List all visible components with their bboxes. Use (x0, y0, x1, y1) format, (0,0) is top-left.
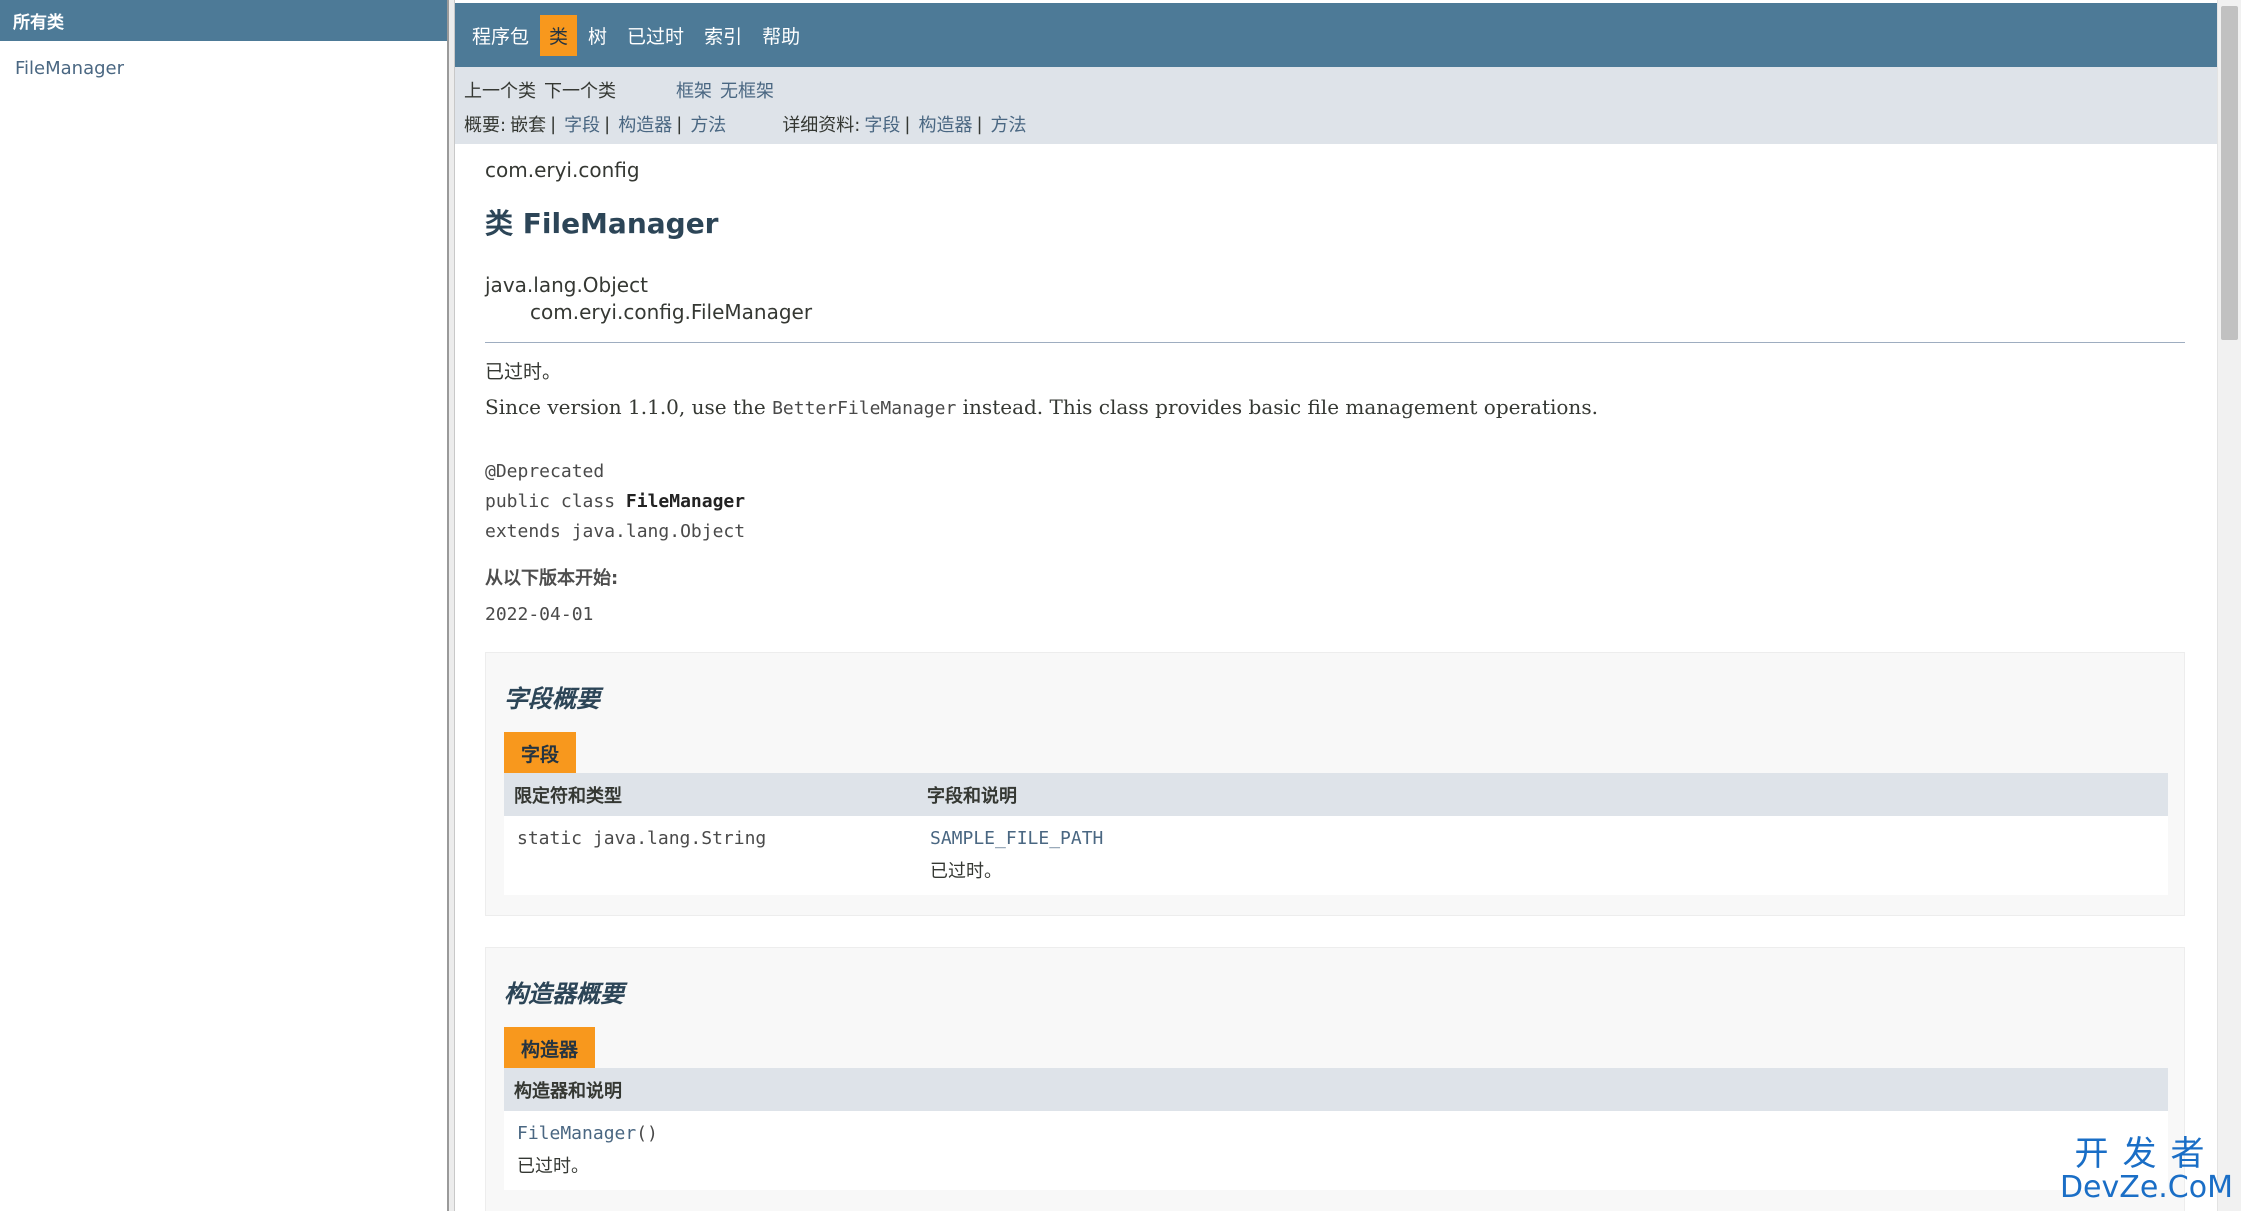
frames-link[interactable]: 框架 (676, 77, 712, 103)
column-header-field: 字段和说明 (917, 773, 2168, 816)
all-classes-header: 所有类 (0, 0, 447, 41)
extends-line: extends java.lang.Object (485, 521, 746, 542)
annotation: @Deprecated (485, 461, 605, 482)
signature-line: public class FileManager (485, 487, 2187, 517)
constructor-summary-table: 构造器和说明 FileManager() 已过时。 (504, 1068, 2168, 1190)
deprecated-label: 已过时。 (485, 361, 562, 383)
constructor-deprecated-note: 已过时。 (517, 1156, 589, 1177)
separator: | (604, 113, 611, 135)
class-signature: @Deprecated public class FileManager ext… (485, 457, 2187, 547)
detail-method-link[interactable]: 方法 (991, 111, 1027, 137)
divider (485, 342, 2185, 343)
description-code: BetterFileManager (772, 398, 957, 419)
description-prefix: Since version 1.1.0, use the (485, 395, 773, 419)
nav-class-active: 类 (540, 14, 578, 56)
class-content: com.eryi.config 类 FileManager java.lang.… (455, 144, 2217, 1211)
watermark-bottom: DevZe.CoM (2059, 1170, 2233, 1205)
watermark-top: 开发者 (2074, 1134, 2219, 1174)
summary-label: 概要: (464, 115, 507, 136)
prev-class-link[interactable]: 上一个类 (464, 77, 536, 103)
summary-method-link[interactable]: 方法 (690, 111, 726, 137)
summary-field-link[interactable]: 字段 (564, 111, 600, 137)
table-row: static java.lang.String SAMPLE_FILE_PATH… (504, 816, 2168, 895)
field-modifier: static java.lang.String (517, 828, 767, 849)
field-summary-caption: 字段 (504, 732, 577, 773)
top-nav-bar: 程序包 类 树 已过时 索引 帮助 (455, 3, 2217, 67)
constructor-description-cell: FileManager() 已过时。 (504, 1111, 2168, 1190)
nav-index[interactable]: 索引 (695, 15, 751, 56)
field-summary-heading: 字段概要 (504, 685, 600, 713)
detail-label: 详细资料: (782, 115, 861, 136)
field-summary-section: 字段概要 字段 限定符和类型 字段和说明 static java.lang.St… (485, 652, 2185, 916)
signature-class-name: FileManager (625, 491, 746, 512)
next-class-link[interactable]: 下一个类 (544, 77, 616, 103)
sub-nav-bar: 上一个类 下一个类 框架 无框架 概要: 嵌套 | 字段 | 构造器 | 方法 … (455, 67, 2217, 144)
summary-constructor-link[interactable]: 构造器 (618, 111, 672, 137)
field-summary-table: 限定符和类型 字段和说明 static java.lang.String SAM… (504, 773, 2168, 895)
table-header-row: 构造器和说明 (504, 1068, 2168, 1111)
since-value: 2022-04-01 (485, 604, 594, 625)
scrollbar-thumb[interactable] (2221, 6, 2238, 340)
class-list: FileManager (0, 41, 447, 96)
separator: | (976, 113, 983, 135)
summary-nested: 嵌套 (510, 115, 547, 136)
nav-tree[interactable]: 树 (579, 15, 616, 56)
class-description: Since version 1.1.0, use the BetterFileM… (485, 395, 2187, 419)
field-deprecated-note: 已过时。 (930, 861, 1002, 882)
field-name-link[interactable]: SAMPLE_FILE_PATH (930, 828, 2155, 849)
class-frame: 程序包 类 树 已过时 索引 帮助 上一个类 下一个类 框架 无框架 概要: 嵌… (455, 0, 2217, 1211)
constructor-name-link[interactable]: FileManager (517, 1123, 636, 1144)
table-row: FileManager() 已过时。 (504, 1111, 2168, 1190)
watermark-logo: 开发者 DevZe.CoM (2060, 1137, 2233, 1205)
separator: | (550, 113, 557, 135)
field-description-cell: SAMPLE_FILE_PATH 已过时。 (917, 816, 2168, 895)
constructor-signature: FileManager() (517, 1123, 2155, 1144)
constructor-summary-caption: 构造器 (504, 1027, 596, 1068)
since-label: 从以下版本开始: (485, 568, 619, 589)
inheritance-root: java.lang.Object (485, 273, 648, 297)
detail-constructor-link[interactable]: 构造器 (918, 111, 972, 137)
column-header-modifier: 限定符和类型 (504, 773, 917, 816)
column-header-constructor: 构造器和说明 (504, 1068, 2168, 1111)
description-suffix: instead. This class provides basic file … (956, 395, 1598, 419)
package-name: com.eryi.config (485, 158, 640, 182)
inheritance-child: com.eryi.config.FileManager (530, 300, 813, 324)
nav-package[interactable]: 程序包 (463, 15, 538, 56)
class-link-filemanager[interactable]: FileManager (15, 58, 124, 79)
separator: | (904, 113, 911, 135)
all-classes-frame: 所有类 FileManager (0, 0, 447, 1211)
signature-prefix: public class (485, 491, 626, 512)
sub-nav-row-2: 概要: 嵌套 | 字段 | 构造器 | 方法 详细资料: 字段 | 构造器 | … (464, 107, 2208, 141)
nav-deprecated[interactable]: 已过时 (618, 15, 693, 56)
constructor-summary-section: 构造器概要 构造器 构造器和说明 FileManager() 已过时。 (485, 947, 2185, 1211)
no-frames-link[interactable]: 无框架 (720, 77, 774, 103)
page-title: 类 FileManager (485, 207, 719, 240)
table-header-row: 限定符和类型 字段和说明 (504, 773, 2168, 816)
constructor-summary-heading: 构造器概要 (504, 980, 624, 1008)
separator: | (676, 113, 683, 135)
constructor-params: () (636, 1123, 658, 1144)
nav-help[interactable]: 帮助 (753, 15, 809, 56)
detail-field-link[interactable]: 字段 (864, 111, 900, 137)
inheritance-tree: java.lang.Object com.eryi.config.FileMan… (485, 272, 2187, 326)
sub-nav-row-1: 上一个类 下一个类 框架 无框架 (464, 73, 2208, 107)
vertical-scrollbar[interactable] (2217, 0, 2241, 1211)
frame-divider[interactable] (447, 0, 455, 1211)
